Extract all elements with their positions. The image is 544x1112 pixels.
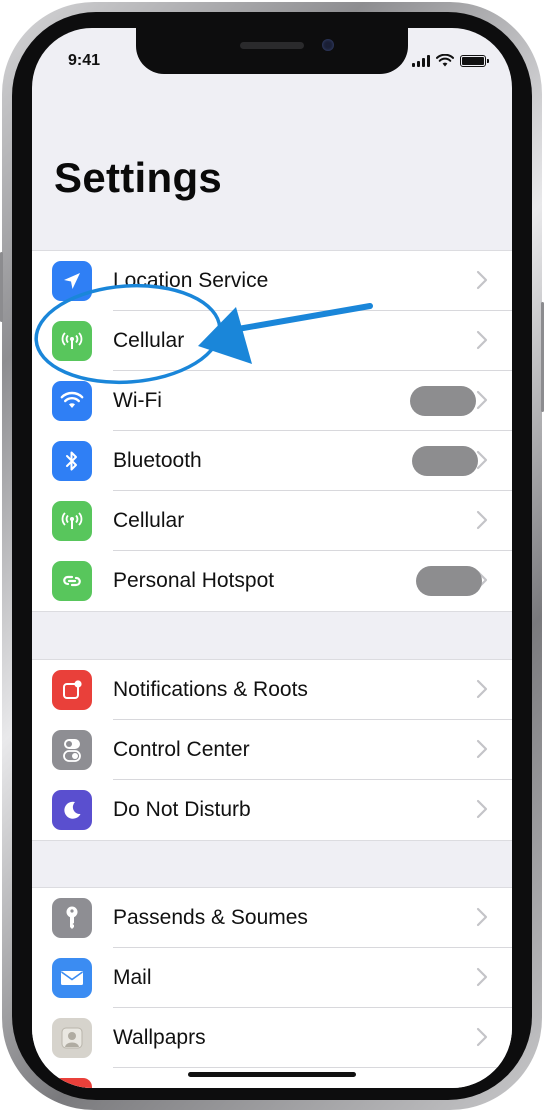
settings-row-do-not-disturb[interactable]: Do Not Disturb xyxy=(32,780,512,840)
antenna-icon xyxy=(52,501,92,541)
settings-group-connectivity: Location Service Cellular Wi-Fi Bluetoot… xyxy=(32,250,512,612)
antenna-icon xyxy=(52,321,92,361)
screen: 9:41 Settings Location Service Cellular … xyxy=(32,28,512,1088)
speaker xyxy=(240,42,304,49)
settings-row-bluetooth[interactable]: Bluetooth xyxy=(32,431,512,491)
chevron-right-icon xyxy=(476,679,488,699)
wallpaper-icon xyxy=(52,1018,92,1058)
status-icons xyxy=(412,54,489,67)
wifi-icon xyxy=(52,381,92,421)
key-icon xyxy=(52,898,92,938)
redacted-value xyxy=(416,566,482,596)
control-center-icon xyxy=(52,730,92,770)
chevron-right-icon xyxy=(476,330,488,350)
signal-icon xyxy=(412,55,430,67)
chevron-right-icon xyxy=(476,967,488,987)
settings-group-notifications: Notifications & Roots Control Center Do … xyxy=(32,659,512,841)
settings-row-passwords[interactable]: Passends & Soumes xyxy=(32,888,512,948)
settings-row-partial[interactable] xyxy=(32,1068,512,1088)
chevron-right-icon xyxy=(476,390,488,410)
front-camera xyxy=(322,39,334,51)
row-label: Mail xyxy=(113,966,152,989)
wifi-status-icon xyxy=(436,54,454,67)
row-label: Cellular xyxy=(113,509,185,532)
status-time: 9:41 xyxy=(68,52,101,69)
redacted-value xyxy=(410,386,476,416)
notifications-icon xyxy=(52,670,92,710)
app-icon xyxy=(52,1078,92,1088)
redacted-value xyxy=(412,446,478,476)
bluetooth-icon xyxy=(52,441,92,481)
home-indicator[interactable] xyxy=(188,1072,356,1077)
settings-row-wallpapers[interactable]: Wallpaprs xyxy=(32,1008,512,1068)
hotspot-icon xyxy=(52,561,92,601)
row-label: Control Center xyxy=(113,738,250,761)
chevron-right-icon xyxy=(476,1027,488,1047)
side-button xyxy=(0,252,3,322)
chevron-right-icon xyxy=(476,799,488,819)
settings-row-cellular-2[interactable]: Cellular xyxy=(32,491,512,551)
row-label: Personal Hotspot xyxy=(113,569,275,592)
settings-row-control-center[interactable]: Control Center xyxy=(32,720,512,780)
location-arrow-icon xyxy=(52,261,92,301)
row-label: Notifications & Roots xyxy=(113,678,308,701)
chevron-right-icon xyxy=(476,510,488,530)
settings-row-cellular[interactable]: Cellular xyxy=(32,311,512,371)
phone-frame: 9:41 Settings Location Service Cellular … xyxy=(0,2,544,1110)
settings-group-accounts: Passends & Soumes Mail Wallpaprs xyxy=(32,887,512,1088)
settings-row-mail[interactable]: Mail xyxy=(32,948,512,1008)
settings-row-notifications[interactable]: Notifications & Roots xyxy=(32,660,512,720)
row-label: Passends & Soumes xyxy=(113,906,308,929)
moon-icon xyxy=(52,790,92,830)
row-label: Do Not Disturb xyxy=(113,798,251,821)
row-label: Wi-Fi xyxy=(113,389,162,412)
row-label: Location Service xyxy=(113,269,269,292)
mail-icon xyxy=(52,958,92,998)
chevron-right-icon xyxy=(476,270,488,290)
row-label: Wallpaprs xyxy=(113,1026,206,1049)
chevron-right-icon xyxy=(476,739,488,759)
page-title: Settings xyxy=(54,154,223,201)
row-label: Cellular xyxy=(113,329,185,352)
settings-row-location-service[interactable]: Location Service xyxy=(32,251,512,311)
notch xyxy=(136,28,408,74)
settings-row-wifi[interactable]: Wi-Fi xyxy=(32,371,512,431)
row-label: Bluetooth xyxy=(113,449,202,472)
settings-row-personal-hotspot[interactable]: Personal Hotspot xyxy=(32,551,512,611)
chevron-right-icon xyxy=(476,907,488,927)
battery-icon xyxy=(460,55,489,67)
